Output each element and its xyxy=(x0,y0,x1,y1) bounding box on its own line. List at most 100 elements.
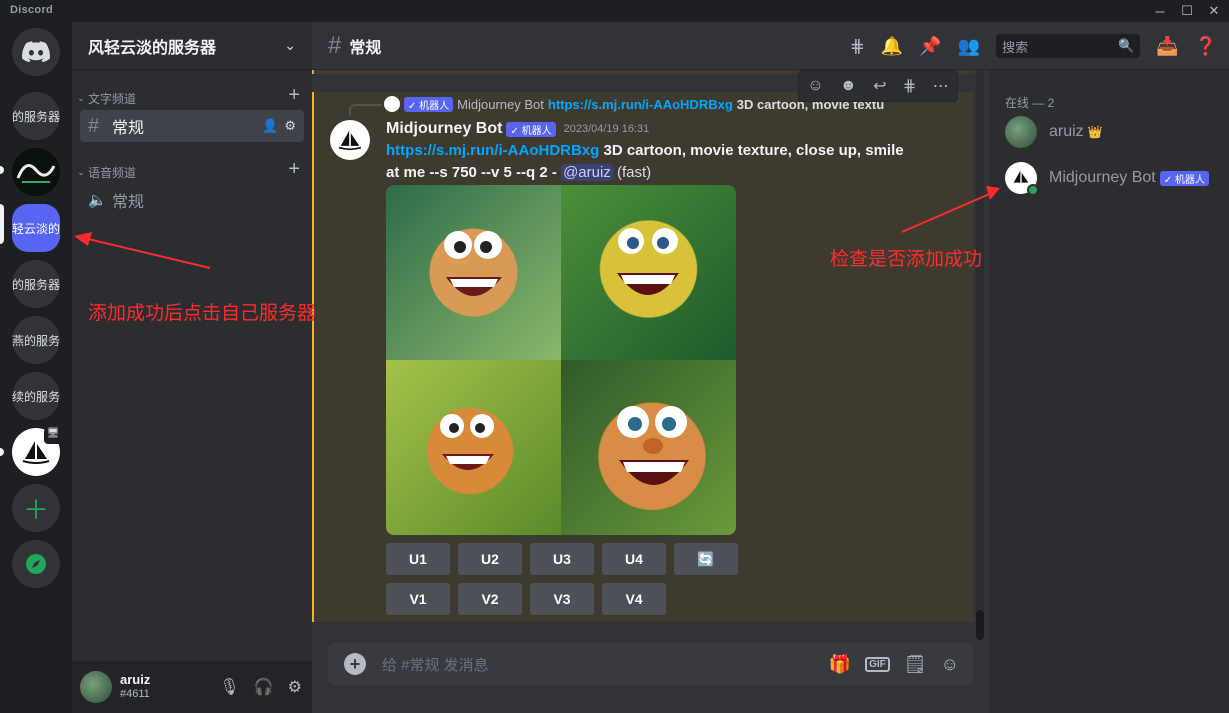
emoji-icon[interactable]: ☺ xyxy=(941,654,959,675)
add-channel-icon[interactable]: + xyxy=(288,84,300,107)
server-image-icon xyxy=(12,148,60,196)
timestamp: 2023/04/19 16:31 xyxy=(563,123,650,135)
username: aruiz xyxy=(120,672,151,687)
more-icon[interactable]: ⋯ xyxy=(933,76,949,96)
message: ✓ 机器人 Midjourney Bot https://s.mj.run/i-… xyxy=(312,92,974,622)
v2-button[interactable]: V2 xyxy=(458,583,522,615)
u2-button[interactable]: U2 xyxy=(458,543,522,575)
reply-author: Midjourney Bot xyxy=(457,96,544,112)
text-category[interactable]: ⌄ 文字频道 + xyxy=(74,84,310,108)
hash-icon: # xyxy=(88,114,100,137)
create-thread-icon[interactable]: ⋕ xyxy=(903,76,916,96)
server-icon-2[interactable] xyxy=(12,148,60,196)
title-bar: Discord ─ ☐ ✕ xyxy=(0,0,1229,22)
generated-image-1[interactable] xyxy=(386,185,561,360)
avatar xyxy=(1005,162,1039,196)
gift-icon[interactable]: 🎁 xyxy=(829,654,851,675)
compass-icon xyxy=(26,554,46,574)
variation-button-row: V1 V2 V3 V4 xyxy=(386,583,666,615)
selected-indicator xyxy=(0,204,4,244)
scrollbar-track[interactable] xyxy=(976,70,984,640)
message-hover-toolbar: ☺ ☻ ↩ ⋕ ⋯ xyxy=(798,70,958,102)
generated-image-2[interactable] xyxy=(561,185,736,360)
voice-channel-general[interactable]: 🔈 常规 xyxy=(80,184,304,216)
u3-button[interactable]: U3 xyxy=(530,543,594,575)
bell-icon[interactable]: 🔔 xyxy=(881,36,903,57)
search-input[interactable]: 搜索 🔍 xyxy=(996,34,1141,58)
guild-name: 风轻云淡的服务器 xyxy=(88,39,217,57)
author-name[interactable]: Midjourney Bot xyxy=(386,120,502,138)
generated-image-3[interactable] xyxy=(386,360,561,535)
avatar[interactable] xyxy=(80,671,112,703)
user-panel: aruiz #4611 🎙 🎧 ⚙ xyxy=(72,661,312,713)
chevron-icon: ⌄ xyxy=(77,166,85,177)
unread-indicator-2 xyxy=(0,448,4,456)
chevron-icon: ⌄ xyxy=(77,92,85,103)
server-rail: 的服务器 轻云淡的服务 的服务器 燕的服务 续的服务 🖥 ＋ xyxy=(0,22,72,713)
settings-gear-icon[interactable]: ⚙ xyxy=(288,677,302,697)
scrollbar-thumb[interactable] xyxy=(976,610,984,640)
upscale-button-row: U1 U2 U3 U4 🔄 xyxy=(386,543,738,575)
annotation-left: 添加成功后点击自己服务器 xyxy=(88,303,317,324)
online-header: 在线 — 2 xyxy=(1005,96,1055,110)
voice-category[interactable]: ⌄ 语音频道 + xyxy=(74,158,310,182)
message-composer[interactable]: + 给 #常规 发消息 🎁 GIF 🗒 ☺ xyxy=(328,642,973,686)
server-icon-active[interactable]: 轻云淡的服务 xyxy=(12,204,60,252)
explore-servers-button[interactable] xyxy=(12,540,60,588)
server-icon-6[interactable]: 续的服务 xyxy=(12,372,60,420)
refresh-icon: 🔄 xyxy=(697,550,715,567)
member-list-icon[interactable]: 👥 xyxy=(958,36,980,57)
channel-item-general[interactable]: # 常规 👤 ⚙ xyxy=(80,110,304,142)
u4-button[interactable]: U4 xyxy=(602,543,666,575)
add-reaction-icon[interactable]: ☻ xyxy=(840,77,857,95)
sailboat-icon xyxy=(1013,170,1029,183)
attach-plus-icon[interactable]: + xyxy=(344,653,366,675)
generated-image-4[interactable] xyxy=(561,360,736,535)
headphones-icon[interactable]: 🎧 xyxy=(254,677,274,697)
close-window-button[interactable]: ✕ xyxy=(1198,0,1229,22)
channel-title: 常规 xyxy=(349,39,382,57)
invite-icon[interactable]: 👤 xyxy=(262,118,278,134)
inbox-icon[interactable]: 📥 xyxy=(1156,36,1178,57)
v1-button[interactable]: V1 xyxy=(386,583,450,615)
prompt-text-1: 3D cartoon, movie texture, close up, smi… xyxy=(599,142,904,159)
prompt-link[interactable]: https://s.mj.run/i-AAoHDRBxg xyxy=(386,142,599,159)
add-channel-icon[interactable]: + xyxy=(288,158,300,181)
sticker-icon[interactable]: 🗒 xyxy=(904,654,927,675)
server-icon-5[interactable]: 燕的服务 xyxy=(12,316,60,364)
member-item-midjourney-bot[interactable]: Midjourney Bot ✓ 机器人 xyxy=(1005,158,1209,198)
channel-label: 常规 xyxy=(112,194,145,211)
online-status-icon xyxy=(1027,184,1039,196)
v3-button[interactable]: V3 xyxy=(530,583,594,615)
u1-button[interactable]: U1 xyxy=(386,543,450,575)
reply-avatar xyxy=(384,96,400,112)
user-mention[interactable]: @aruiz xyxy=(561,164,613,181)
gif-icon[interactable]: GIF xyxy=(865,656,890,672)
server-icon-4[interactable]: 的服务器 xyxy=(12,260,60,308)
search-placeholder: 搜索 xyxy=(1002,39,1029,55)
member-item-aruiz[interactable]: aruiz 👑 xyxy=(1005,112,1103,152)
v4-button[interactable]: V4 xyxy=(602,583,666,615)
unread-indicator xyxy=(0,166,4,174)
server-icon-1[interactable]: 的服务器 xyxy=(12,92,60,140)
channel-label: 常规 xyxy=(112,120,145,137)
speed-label: (fast) xyxy=(612,164,652,181)
guild-header[interactable]: 风轻云淡的服务器 ⌄ xyxy=(72,22,312,70)
author-avatar[interactable] xyxy=(330,120,370,160)
reply-icon[interactable]: ↩ xyxy=(873,76,886,96)
bot-tag: ✓ 机器人 xyxy=(506,121,556,137)
image-grid[interactable] xyxy=(386,185,736,535)
microphone-icon[interactable]: 🎙 xyxy=(219,677,239,697)
add-server-button[interactable]: ＋ xyxy=(12,484,60,532)
home-button[interactable] xyxy=(12,28,60,76)
pin-icon[interactable]: 📌 xyxy=(919,36,941,57)
help-icon[interactable]: ❓ xyxy=(1195,36,1217,57)
add-super-reaction-icon[interactable]: ☺ xyxy=(807,77,823,95)
threads-icon[interactable]: ⋕ xyxy=(850,36,865,57)
reroll-button[interactable]: 🔄 xyxy=(674,543,738,575)
monitor-icon: 🖥 xyxy=(44,428,62,444)
reply-link[interactable]: https://s.mj.run/i-AAoHDRBxg xyxy=(548,97,733,112)
prompt-text-2: at me --s 750 --v 5 --q 2 - xyxy=(386,164,562,181)
bot-tag: ✓ 机器人 xyxy=(404,96,454,112)
gear-icon[interactable]: ⚙ xyxy=(284,118,296,134)
